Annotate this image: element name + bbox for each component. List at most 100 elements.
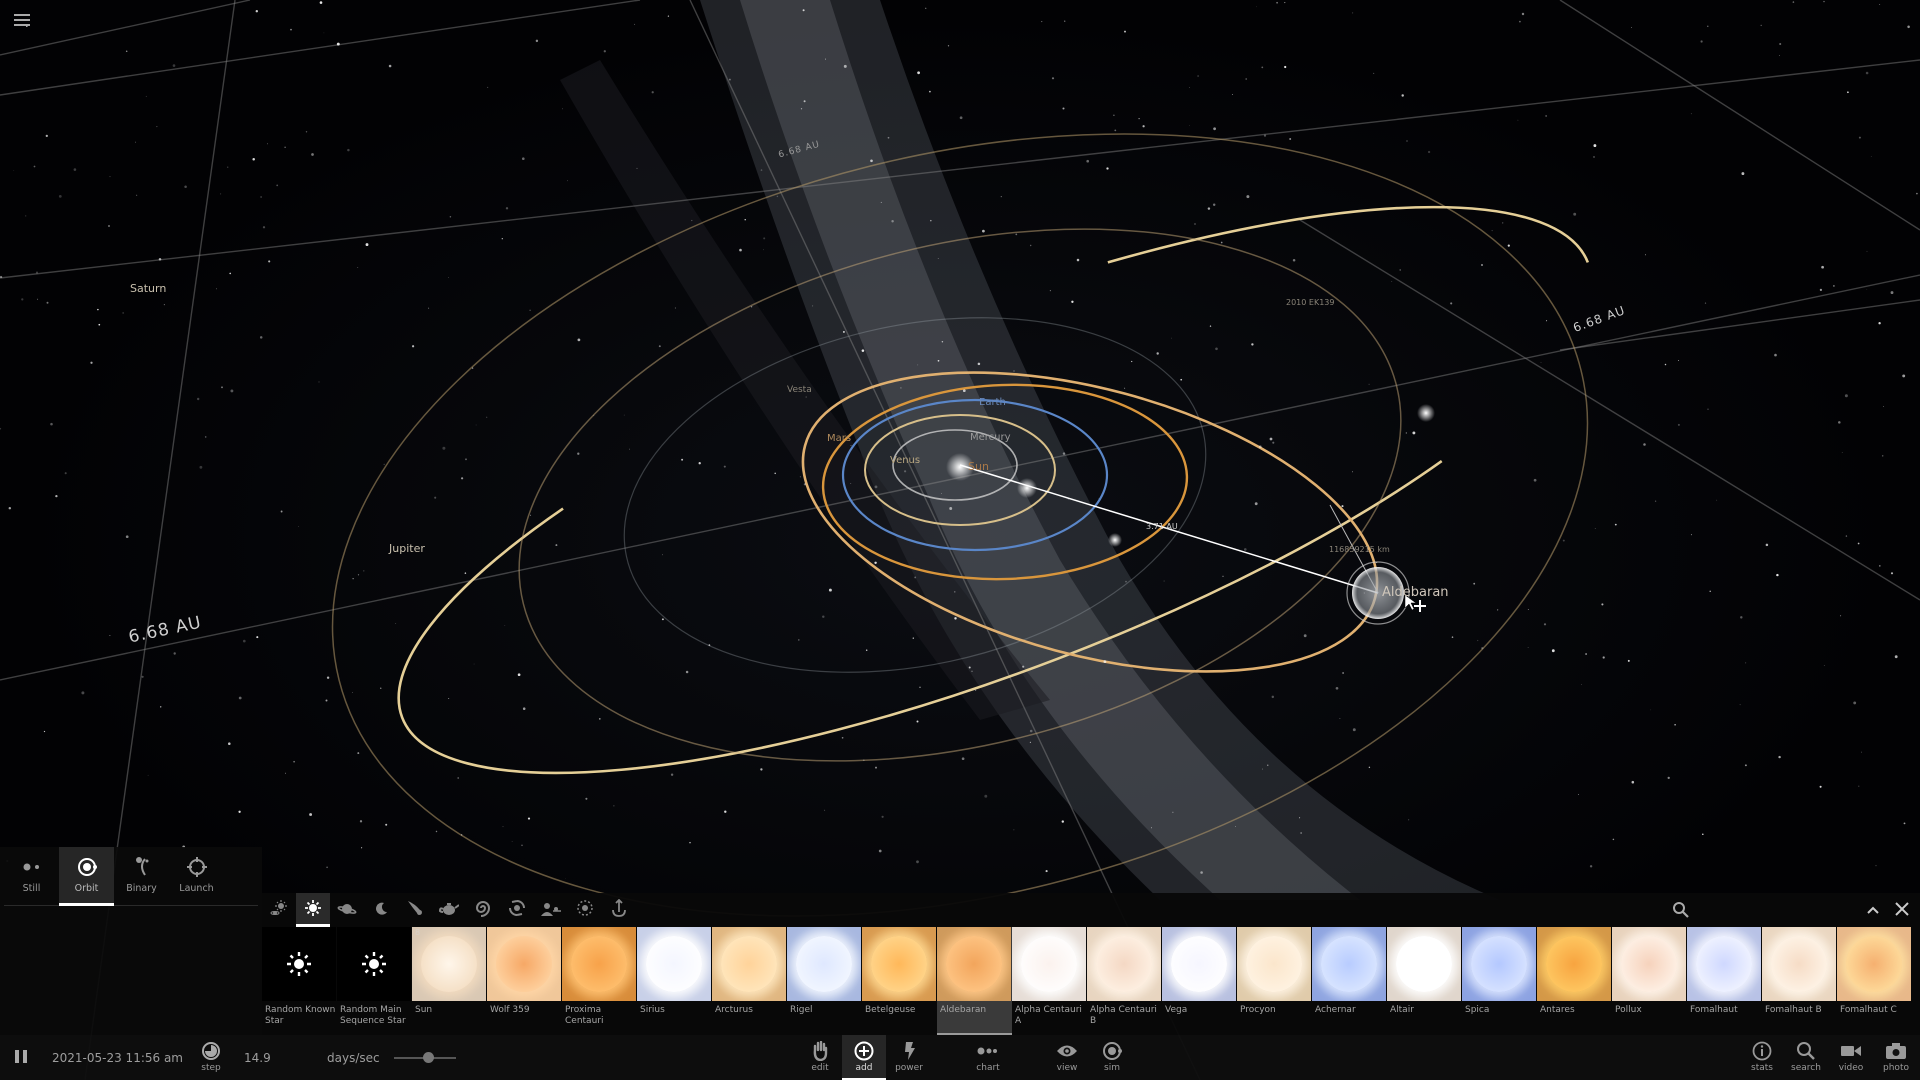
star-point <box>1614 523 1617 526</box>
menu-button[interactable] <box>14 14 30 28</box>
star-point <box>527 817 531 820</box>
panel-close-button[interactable] <box>1894 901 1910 921</box>
tool-edit[interactable]: edit <box>798 1035 842 1080</box>
star-item[interactable]: Alpha Centauri A <box>1012 927 1087 1035</box>
chart-dots-icon <box>977 1041 999 1061</box>
category-moons[interactable] <box>364 893 398 927</box>
star-point <box>1707 408 1709 411</box>
label-sun[interactable]: Sun <box>968 460 989 473</box>
star-item[interactable]: Antares <box>1537 927 1612 1035</box>
tool-search[interactable]: search <box>1784 1035 1828 1080</box>
star-item[interactable]: Pollux <box>1612 927 1687 1035</box>
label-mars[interactable]: Mars <box>827 433 851 444</box>
tab-orbit[interactable]: Orbit <box>59 847 114 906</box>
hamburger-line <box>14 19 30 21</box>
star-item[interactable]: Random Known Star <box>262 927 337 1035</box>
star-point <box>916 860 919 864</box>
info-icon <box>1752 1041 1772 1061</box>
category-anchor[interactable] <box>602 893 636 927</box>
star-item[interactable]: Proxima Centauri <box>562 927 637 1035</box>
star-item[interactable]: Vega <box>1162 927 1237 1035</box>
planet-body[interactable] <box>1108 533 1122 547</box>
step-button[interactable]: step <box>189 1035 233 1080</box>
star-point <box>824 809 826 811</box>
speed-slider[interactable] <box>394 1052 456 1063</box>
star-item-label: Random Known Star <box>265 1005 336 1026</box>
category-teapot[interactable] <box>432 893 466 927</box>
star-item[interactable]: Spica <box>1462 927 1537 1035</box>
star-point <box>917 364 919 366</box>
category-planetary-system[interactable] <box>262 893 296 927</box>
label-2010-ek139[interactable]: 2010 EK139 <box>1286 298 1334 307</box>
star-point <box>565 878 566 880</box>
star-item[interactable]: Betelgeuse <box>862 927 937 1035</box>
label-earth[interactable]: Earth <box>979 397 1006 408</box>
star-point <box>900 387 902 389</box>
label-vesta[interactable]: Vesta <box>787 385 812 395</box>
star-item[interactable]: Fomalhaut <box>1687 927 1762 1035</box>
label-saturn[interactable]: Saturn <box>130 282 166 295</box>
star-item[interactable]: Achernar <box>1312 927 1387 1035</box>
category-galaxies[interactable] <box>466 893 500 927</box>
star-point <box>1833 285 1835 287</box>
star-point <box>961 757 965 761</box>
tab-still[interactable]: Still <box>4 847 59 905</box>
star-point <box>760 169 763 171</box>
star-item[interactable]: Fomalhaut B <box>1762 927 1837 1035</box>
star-point <box>228 742 231 745</box>
label-aldebaran[interactable]: Aldebaran <box>1382 585 1449 600</box>
star-item[interactable]: Aldebaran <box>937 927 1012 1035</box>
star-item[interactable]: Alpha Centauri B <box>1087 927 1162 1035</box>
star-item[interactable]: Fomalhaut C <box>1837 927 1912 1035</box>
label-jupiter[interactable]: Jupiter <box>389 542 425 555</box>
star-point <box>173 652 176 655</box>
star-item[interactable]: Random Main Sequence Star <box>337 927 412 1035</box>
category-black-holes[interactable] <box>500 893 534 927</box>
star-item[interactable]: Rigel <box>787 927 862 1035</box>
tool-photo[interactable]: photo <box>1874 1035 1918 1080</box>
panel-collapse-button[interactable] <box>1866 902 1880 921</box>
category-people[interactable] <box>534 893 568 927</box>
speed-slider-knob[interactable] <box>422 1052 434 1063</box>
star-item[interactable]: Wolf 359 <box>487 927 562 1035</box>
star-point <box>968 666 971 669</box>
label-mercury[interactable]: Mercury <box>970 432 1011 443</box>
star-point <box>1289 138 1292 140</box>
star-point <box>460 477 464 480</box>
category-rings[interactable] <box>568 893 602 927</box>
star-item[interactable]: Procyon <box>1237 927 1312 1035</box>
speed-value[interactable]: 14.9 <box>244 1051 271 1065</box>
star-point <box>1142 125 1145 128</box>
star-items-list: Random Known Star Random Main Sequence St… <box>262 927 1912 1035</box>
panel-search-button[interactable] <box>1672 901 1690 923</box>
tool-power[interactable]: power <box>887 1035 931 1080</box>
star-item[interactable]: Altair <box>1387 927 1462 1035</box>
star-item[interactable]: Sirius <box>637 927 712 1035</box>
star-point <box>357 267 359 268</box>
tool-view[interactable]: view <box>1045 1035 1089 1080</box>
star-point <box>1267 764 1269 766</box>
star-point <box>109 176 111 178</box>
category-planets[interactable] <box>330 893 364 927</box>
tool-stats[interactable]: stats <box>1740 1035 1784 1080</box>
tool-chart[interactable]: chart <box>966 1035 1010 1080</box>
tool-add[interactable]: add <box>842 1035 886 1080</box>
sim-datetime[interactable]: 2021-05-23 11:56 am <box>52 1051 183 1065</box>
star-item[interactable]: Arcturus <box>712 927 787 1035</box>
star-point <box>1029 244 1032 247</box>
star-point <box>1172 811 1174 813</box>
pause-button[interactable] <box>14 1049 28 1069</box>
category-stars[interactable] <box>296 893 330 927</box>
star-point <box>448 698 450 699</box>
tab-binary[interactable]: Binary <box>114 847 169 905</box>
label-venus[interactable]: Venus <box>890 455 920 466</box>
speed-unit[interactable]: days/sec <box>327 1051 380 1065</box>
star-point <box>593 414 595 417</box>
category-comets[interactable] <box>398 893 432 927</box>
tool-video[interactable]: video <box>1829 1035 1873 1080</box>
star-item[interactable]: 8 Sun <box>412 927 487 1035</box>
tool-sim[interactable]: sim <box>1090 1035 1134 1080</box>
earth-body[interactable] <box>1017 478 1037 498</box>
tab-launch[interactable]: Launch <box>169 847 224 905</box>
star-point <box>1551 649 1555 653</box>
